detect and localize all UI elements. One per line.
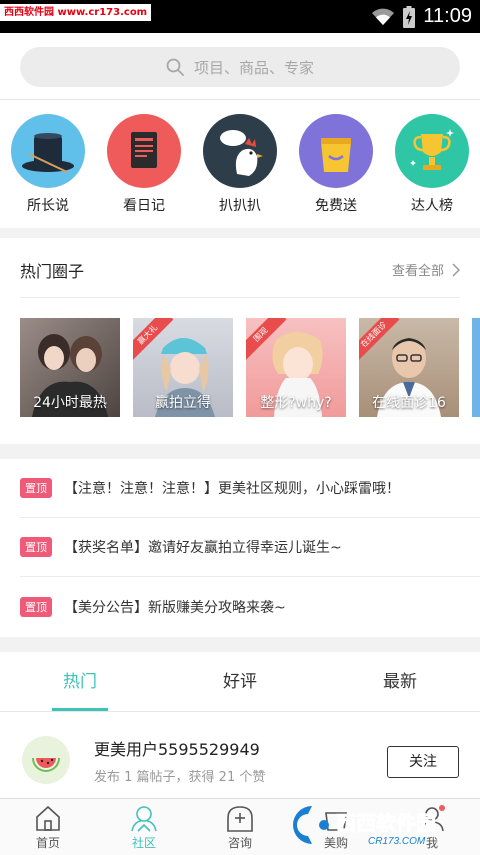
tab-latest[interactable]: 最新 [320,652,480,712]
community-icon [131,806,157,832]
nav-label: 社区 [131,836,156,850]
view-all-label: 查看全部 [391,264,444,279]
watermelon-avatar-icon [32,758,60,772]
diary-icon [107,114,181,188]
status-time: 11:09 [423,5,472,27]
hot-circle-label: 24小时最热 [33,395,107,411]
category-mianfeisong[interactable]: 免费送 [296,114,376,215]
search-area: 项目、商品、专家 [0,33,480,100]
notice-item[interactable]: 置顶 【美分公告】新版赚美分攻略来袭~ [20,577,480,636]
consult-icon [227,806,253,832]
hot-circles-section: 热门圈子 查看全部 24小时最热 赢大礼 赢拍立得 围观 整形?why? 在线面… [0,238,480,444]
status-bar: 西西软件园 www.cr173.com 11:09 [0,0,480,33]
user-card: 更美用户5595529949 发布 1 篇帖子，获得 21 个赞 关注 [0,712,480,798]
nav-consult[interactable]: 咨询 [192,803,288,851]
shopping-bag-icon [299,114,373,188]
hot-circle-card[interactable]: 赢大礼 赢拍立得 [133,318,233,417]
tab-good-reviews[interactable]: 好评 [160,652,320,712]
category-label: 所长说 [27,198,69,214]
status-icons: 11:09 [371,0,472,33]
follow-button[interactable]: 关注 [387,746,459,778]
section-title: 热门圈子 [20,262,85,281]
hot-circle-card[interactable]: 围观 整形?why? [246,318,346,417]
category-kanriji[interactable]: 看日记 [104,114,184,215]
hot-circle-card-partial[interactable] [472,318,480,417]
pinned-notices: 置顶 【注意！注意！注意！】更美社区规则，小心踩雷哦！ 置顶 【获奖名单】邀请好… [0,459,480,637]
hot-circle-card[interactable]: 在线面诊 在线面诊16 [359,318,459,417]
user-stats: 发布 1 篇帖子，获得 21 个赞 [94,770,266,785]
brand-watermark-text: 西西软件园 [336,811,436,835]
watermark-tag: 西西软件园 www.cr173.com [0,4,152,21]
pin-badge: 置顶 [20,596,52,617]
category-label: 扒扒扒 [219,198,261,214]
brand-watermark-url: CR173.COM [368,836,426,847]
battery-icon [403,5,416,28]
wifi-icon [372,8,395,25]
chicken-icon [203,114,277,188]
top-hat-icon [11,114,85,188]
brand-watermark: 西西软件园 CR173.COM [284,802,464,848]
pin-badge: 置顶 [20,537,52,557]
category-label: 达人榜 [411,198,453,214]
feed-tabs: 热门 好评 最新 [0,652,480,712]
hot-circle-label: 整形?why? [260,395,332,411]
home-icon [36,805,60,831]
search-input[interactable]: 项目、商品、专家 [20,47,460,87]
chevron-right-icon [452,262,460,277]
notice-item[interactable]: 置顶 【注意！注意！注意！】更美社区规则，小心踩雷哦！ [20,459,480,518]
active-tab-indicator [52,708,108,711]
category-label: 免费送 [315,198,357,214]
user-name[interactable]: 更美用户5595529949 [94,736,260,760]
hot-circle-label: 在线面诊16 [372,395,446,411]
hot-circle-label: 赢拍立得 [155,395,211,411]
view-all-link[interactable]: 查看全部 [392,260,460,279]
tab-hot[interactable]: 热门 [0,652,160,712]
category-suozhangshuo[interactable]: 所长说 [8,114,88,215]
category-row: 所长说 看日记 扒扒扒 免费送 达人榜 [0,100,480,228]
nav-label: 咨询 [227,836,252,850]
avatar[interactable] [22,736,70,784]
notice-text: 【注意！注意！注意！】更美社区规则，小心踩雷哦！ [64,481,400,497]
nav-label: 首页 [35,836,60,850]
nav-home[interactable]: 首页 [0,803,96,851]
category-darenbang[interactable]: 达人榜 [392,114,472,215]
category-label: 看日记 [123,198,165,214]
pin-badge: 置顶 [20,478,52,498]
hot-circle-card[interactable]: 24小时最热 [20,318,120,417]
trophy-icon [395,114,469,188]
hot-circles-header: 热门圈子 查看全部 [20,238,460,298]
notice-text: 【获奖名单】邀请好友赢拍立得幸运儿诞生~ [64,540,342,556]
notice-text: 【美分公告】新版赚美分攻略来袭~ [64,599,286,616]
category-bababa[interactable]: 扒扒扒 [200,114,280,215]
search-icon [166,58,184,76]
notice-item[interactable]: 置顶 【获奖名单】邀请好友赢拍立得幸运儿诞生~ [20,518,480,577]
search-placeholder: 项目、商品、专家 [193,58,314,77]
nav-community[interactable]: 社区 [96,803,192,851]
